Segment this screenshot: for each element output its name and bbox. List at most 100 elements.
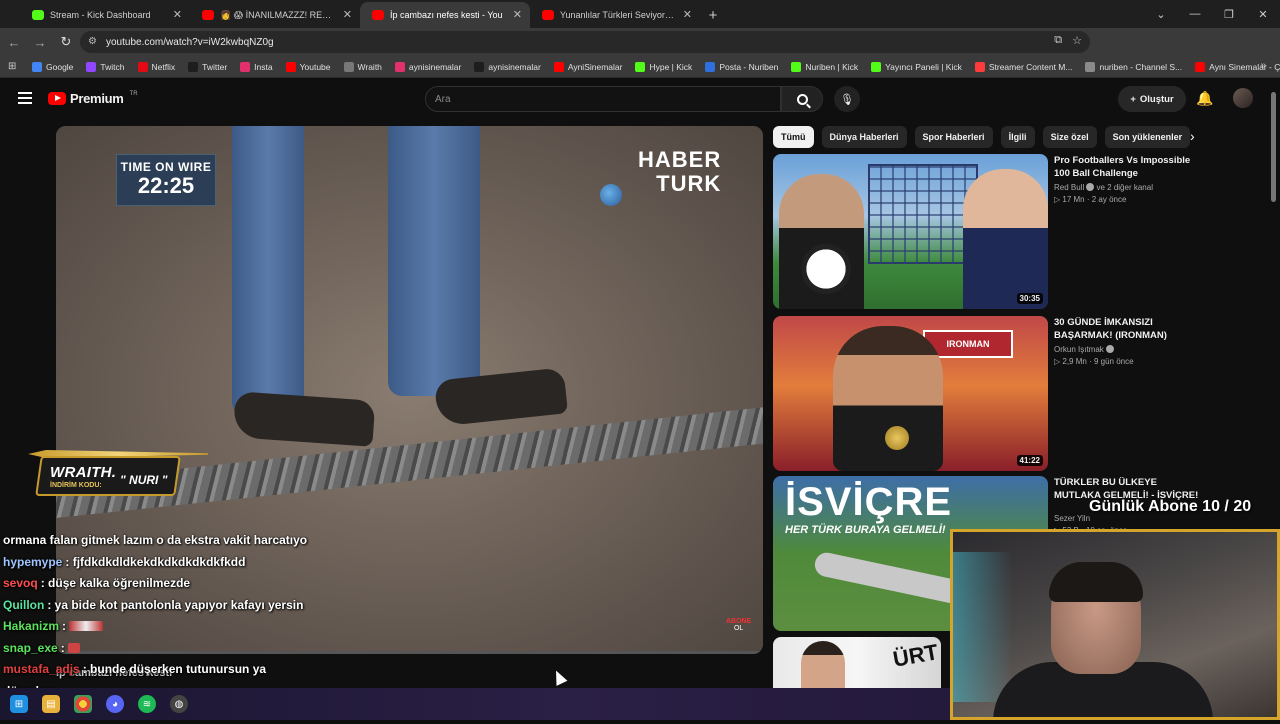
tab-close-icon[interactable]: ✕ xyxy=(173,8,182,21)
browser-tab[interactable]: 👩 😱 İNANILMAZZZ! RESMEN ✕ xyxy=(190,2,360,28)
url-text: youtube.com/watch?v=iW2kwbqNZ0g xyxy=(106,36,274,48)
tab-list: Stream - Kick Dashboard ✕ 👩 😱 İNANILMAZZZ!… xyxy=(20,2,700,28)
bookmark-favicon-icon xyxy=(86,61,97,72)
filter-chip[interactable]: Size özel xyxy=(1042,126,1097,148)
channel-name[interactable]: Orkun Işıtmak xyxy=(1054,345,1204,354)
thumbnail[interactable]: IRONMAN 41:22 xyxy=(773,316,1048,471)
bookmark-item[interactable]: Yayıncı Paneli | Kick xyxy=(871,61,962,72)
file-explorer-icon[interactable]: ▤ xyxy=(42,695,60,713)
bookmark-favicon-icon xyxy=(1195,61,1206,72)
bookmark-favicon-icon xyxy=(635,61,646,72)
bookmark-item[interactable]: Hype | Kick xyxy=(635,61,692,72)
bookmark-item[interactable]: Wraith xyxy=(343,61,382,72)
channel-name[interactable]: Red Bull ve 2 diğer kanal xyxy=(1054,183,1204,192)
youtube-premium-logo[interactable]: Premium TR xyxy=(48,91,138,106)
minimize-icon[interactable]: — xyxy=(1178,0,1212,28)
bookmark-star-icon[interactable]: ☆ xyxy=(1072,34,1082,47)
bookmark-item[interactable]: Google xyxy=(32,61,73,72)
thumbnail[interactable]: ÜRT xyxy=(773,637,941,688)
create-button[interactable]: + Oluştur xyxy=(1118,86,1186,112)
filter-chip[interactable]: Son yüklenenler xyxy=(1104,126,1191,148)
bookmark-item[interactable]: Streamer Content M... xyxy=(974,61,1072,72)
bookmark-favicon-icon xyxy=(32,61,42,72)
chat-text: bunde düşerken tutunursun ya xyxy=(90,662,267,676)
obs-icon[interactable]: ◍ xyxy=(170,695,188,713)
tab-favicon-icon xyxy=(542,10,554,20)
windows-start-icon[interactable]: ⊞ xyxy=(10,695,28,713)
tab-favicon-icon xyxy=(372,10,384,20)
thumbnail-subcaption-image: HER TÜRK BURAYA GELMELİ! xyxy=(785,524,946,536)
filter-chip[interactable]: İlgili xyxy=(1000,126,1035,148)
filter-chip[interactable]: Tümü xyxy=(773,126,814,148)
recommendation-item[interactable]: IRONMAN 41:22 30 GÜNDE İMKANSIZI BAŞARMA… xyxy=(773,316,1193,472)
bookmark-item[interactable]: Youtube xyxy=(285,61,331,72)
tab-close-icon[interactable]: ✕ xyxy=(343,8,352,21)
search-input[interactable]: Ara xyxy=(425,86,781,112)
thumbnail-caption-image: ÜRT xyxy=(891,639,940,672)
bookmark-item[interactable]: aynisinemalar xyxy=(394,61,461,72)
streamer-hair-image xyxy=(1049,562,1143,602)
browser-tab[interactable]: Stream - Kick Dashboard ✕ xyxy=(20,2,190,28)
forward-icon[interactable]: → xyxy=(28,30,52,54)
bookmark-favicon-icon xyxy=(474,61,485,72)
thumbnail[interactable]: 30:35 xyxy=(773,154,1048,309)
bookmark-favicon-icon xyxy=(188,61,199,72)
browser-tab[interactable]: İp cambazı nefes kesti - You ✕ xyxy=(360,2,530,28)
time-on-wire-box: TIME ON WIRE 22:25 xyxy=(116,154,216,206)
search-button[interactable] xyxy=(781,86,823,112)
recommendation-item[interactable]: ÜRT xyxy=(773,637,941,688)
bookmark-favicon-icon xyxy=(394,61,405,72)
tab-favicon-icon xyxy=(32,10,44,20)
chips-next-arrow-icon[interactable]: › xyxy=(1190,128,1195,144)
duration-badge: 41:22 xyxy=(1016,455,1043,466)
bookmark-item[interactable]: Aynı Sinemalar - Ça... xyxy=(1195,61,1280,72)
bookmark-item[interactable]: Nuriben | Kick xyxy=(791,61,858,72)
filter-chip[interactable]: Dünya Haberleri xyxy=(821,126,907,148)
youtube-play-icon xyxy=(48,92,66,105)
chat-text: fjfdkdkdldkekdkdkdkdkdkfkdd xyxy=(72,554,246,569)
tab-close-icon[interactable]: ✕ xyxy=(513,8,522,21)
spotify-icon[interactable]: ≋ xyxy=(138,695,156,713)
hamburger-menu-icon[interactable] xyxy=(18,92,32,104)
bookmark-item[interactable]: Insta xyxy=(240,61,273,72)
tab-close-icon[interactable]: ✕ xyxy=(683,8,692,21)
recommendation-item[interactable]: 30:35 Pro Footballers Vs Impossible 100 … xyxy=(773,154,1193,310)
filter-chip[interactable]: Spor Haberleri xyxy=(914,126,993,148)
bookmark-item[interactable]: Posta - Nuriben xyxy=(705,61,778,72)
bookmark-item[interactable]: AyniSinemalar xyxy=(553,61,622,72)
taskbar: ⊞ ▤ ◕ ≋ ◍ xyxy=(0,688,950,720)
reload-icon[interactable]: ↻ xyxy=(54,30,78,54)
page-scrollbar[interactable] xyxy=(1271,92,1276,202)
apps-grid-icon[interactable]: ⊞ xyxy=(8,61,16,72)
bookmark-item[interactable]: nuriben - Channel S... xyxy=(1085,61,1182,72)
address-bar[interactable]: ⚙ youtube.com/watch?v=iW2kwbqNZ0g ⧉ ☆ xyxy=(80,31,1090,53)
cast-icon[interactable]: ⧉ xyxy=(1054,34,1062,47)
site-info-icon[interactable]: ⚙ xyxy=(88,36,97,47)
bookmarks-overflow-icon[interactable]: » xyxy=(1260,60,1266,71)
bookmark-label: Twitter xyxy=(202,61,228,72)
new-tab-button[interactable]: + xyxy=(700,2,726,28)
account-avatar[interactable] xyxy=(1233,88,1253,108)
bookmark-item[interactable]: Twitter xyxy=(188,61,228,72)
back-icon[interactable]: ← xyxy=(2,30,26,54)
video-title[interactable]: 30 GÜNDE İMKANSIZI BAŞARMAK! (IRONMAN) xyxy=(1054,316,1204,342)
chrome-icon[interactable] xyxy=(74,695,92,713)
bookmark-label: Youtube xyxy=(299,61,331,72)
video-title[interactable]: Pro Footballers Vs Impossible 100 Ball C… xyxy=(1054,154,1204,180)
subscribe-watermark[interactable]: ABONE OL xyxy=(726,618,751,632)
bookmark-item[interactable]: Netflix xyxy=(137,61,175,72)
notifications-bell-icon[interactable]: 🔔 xyxy=(1196,90,1213,107)
video-stats: ▷ 2,9 Mn · 9 gün önce xyxy=(1054,357,1134,366)
create-label: Oluştur xyxy=(1139,93,1174,105)
discord-icon[interactable]: ◕ xyxy=(106,695,124,713)
tab-title: İp cambazı nefes kesti - You xyxy=(390,10,503,20)
bookmark-item[interactable]: Twitch xyxy=(86,61,125,72)
tab-search-icon[interactable]: ⌄ xyxy=(1144,0,1178,28)
browser-tab[interactable]: Yunanlılar Türkleri Seviyor! (Atin ✕ xyxy=(530,2,700,28)
chat-username: Quillon xyxy=(3,597,45,612)
maximize-icon[interactable]: ❐ xyxy=(1212,0,1246,28)
voice-search-button[interactable]: 🎙 xyxy=(834,86,860,112)
close-window-icon[interactable]: ✕ xyxy=(1246,0,1280,28)
bookmark-item[interactable]: aynisinemalar xyxy=(474,61,541,72)
led-light-image xyxy=(953,552,1013,702)
